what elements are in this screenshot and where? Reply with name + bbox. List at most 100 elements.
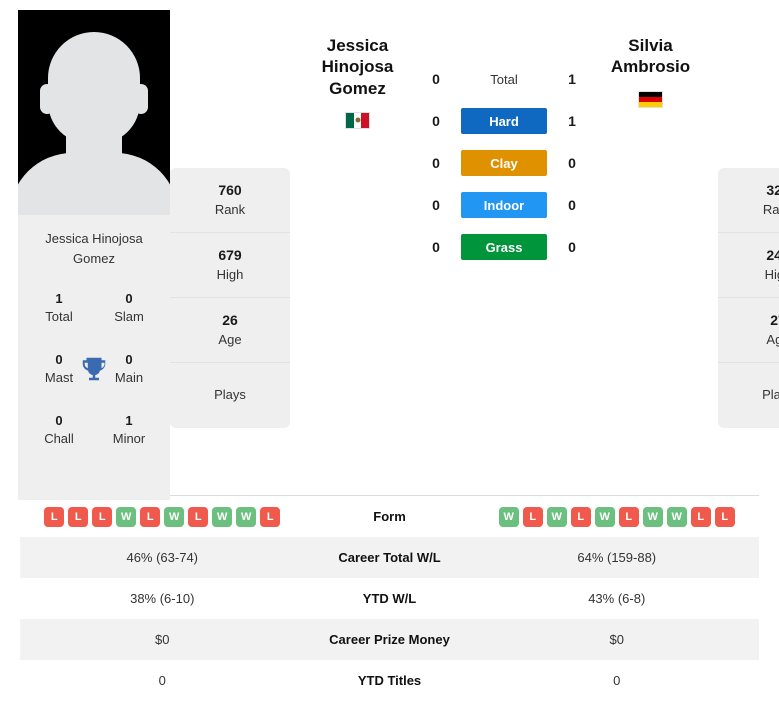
rank-cell-label: High: [216, 266, 244, 282]
form-badge: L: [570, 506, 591, 527]
table-row-label: Career Prize Money: [329, 632, 450, 647]
surface-label-total: Total: [490, 71, 518, 87]
surface-row-clay: 0 Clay 0: [425, 150, 583, 176]
surface-row-hard: 0 Hard 1: [425, 108, 583, 134]
surface-row-grass: 0 Grass 0: [425, 234, 583, 260]
right-ytd-wl-value: 43% (6-8): [588, 591, 646, 606]
left-player-column: Jessica Hinojosa Gomez 1 Total 0 Slam 0 …: [18, 10, 170, 500]
form-badge: W: [498, 506, 519, 527]
form-badge: W: [236, 506, 257, 527]
left-player-photo: [18, 10, 170, 215]
left-form-badges: L L L W L W L W W L: [20, 506, 305, 527]
right-career-wl-value: 64% (159-88): [577, 550, 657, 565]
rank-cell-label: Age: [218, 331, 242, 347]
table-row-label: Career Total W/L: [338, 550, 441, 565]
rank-cell-value: 242: [766, 247, 779, 264]
surface-breakdown: 0 Total 1 0 Hard 1 0 Clay 0 0 Indoor 0 0…: [425, 10, 583, 260]
surface-left-score: 0: [432, 155, 440, 171]
left-ytd-wl-value: 38% (6-10): [130, 591, 195, 606]
titles-stat-label: Total: [45, 308, 73, 324]
rank-cell-value: 679: [218, 247, 242, 264]
rank-cell: 327 Rank: [718, 168, 779, 233]
left-player-name-header: Jessica Hinojosa Gomez: [290, 10, 425, 129]
germany-flag-icon: [638, 90, 663, 108]
left-ytd-titles-value: 0: [158, 673, 166, 688]
avatar-ear-left-shape: [40, 84, 54, 114]
form-badge: W: [164, 506, 185, 527]
titles-stat: 0 Chall: [24, 412, 94, 447]
left-career-wl-value: 46% (63-74): [126, 550, 199, 565]
form-badge: L: [68, 506, 89, 527]
surface-left-score: 0: [432, 239, 440, 255]
comparison-stats-table: L L L W L W L W W L Form W L W L W L W W…: [20, 495, 759, 701]
rank-cell: 679 High: [170, 233, 290, 298]
rank-cell: Plays: [718, 363, 779, 428]
form-badge: L: [690, 506, 711, 527]
table-row-form: L L L W L W L W W L Form W L W L W L W W…: [20, 496, 759, 537]
rank-cell: 760 Rank: [170, 168, 290, 233]
left-player-titles-grid: 1 Total 0 Slam 0 Mast 0 Main 0 Chall 1 M…: [24, 290, 164, 447]
mexico-flag-icon: [345, 111, 370, 129]
table-row-label: Form: [373, 509, 406, 524]
table-row-career-prize: $0 Career Prize Money $0: [20, 619, 759, 660]
titles-stat: 1 Total: [24, 290, 94, 325]
table-row-ytd-wl: 38% (6-10) YTD W/L 43% (6-8): [20, 578, 759, 619]
right-player-rank-card: 327 Rank 242 High 27 Age Plays: [718, 168, 779, 428]
form-badge: L: [260, 506, 281, 527]
player-comparison-header: Jessica Hinojosa Gomez 1 Total 0 Slam 0 …: [0, 0, 779, 500]
right-ytd-titles-value: 0: [613, 673, 621, 688]
rank-cell-value: 26: [222, 312, 238, 329]
form-badge: W: [642, 506, 663, 527]
rank-cell-value: 760: [218, 182, 242, 199]
titles-stat-label: Chall: [44, 430, 74, 446]
rank-cell-label: Plays: [762, 387, 779, 403]
surface-left-score: 0: [432, 71, 440, 87]
right-player-name-header: Silvia Ambrosio: [583, 10, 718, 108]
surface-left-score: 0: [432, 197, 440, 213]
table-row-career-wl: 46% (63-74) Career Total W/L 64% (159-88…: [20, 537, 759, 578]
titles-stat-value: 1: [55, 291, 63, 306]
rank-cell-label: Rank: [214, 201, 246, 217]
table-row-label: YTD Titles: [357, 673, 422, 688]
rank-cell: Plays: [170, 363, 290, 428]
rank-cell-value: 327: [766, 182, 779, 199]
left-player-titles-panel: Jessica Hinojosa Gomez 1 Total 0 Slam 0 …: [18, 215, 170, 500]
table-row-ytd-titles: 0 YTD Titles 0: [20, 660, 759, 701]
rank-cell: 26 Age: [170, 298, 290, 363]
rank-cell-label: High: [764, 266, 779, 282]
form-badge: L: [188, 506, 209, 527]
rank-cell-value: 27: [770, 312, 779, 329]
right-form-badges: W L W L W L W W L L: [475, 506, 760, 527]
titles-stat: 1 Minor: [94, 412, 164, 447]
left-career-prize-value: $0: [155, 632, 170, 647]
rank-cell-label: Rank: [762, 201, 779, 217]
surface-label-clay: Clay: [461, 150, 547, 176]
form-badge: L: [522, 506, 543, 527]
form-badge: L: [140, 506, 161, 527]
rank-cell-label: Plays: [214, 387, 246, 403]
rank-cell: 242 High: [718, 233, 779, 298]
rank-cell: 27 Age: [718, 298, 779, 363]
form-badge: L: [44, 506, 65, 527]
left-player-panel-name: Jessica Hinojosa Gomez: [45, 231, 143, 266]
left-player-name-line2: Gomez: [329, 78, 386, 98]
titles-stat-value: 1: [125, 413, 133, 429]
form-badge: L: [92, 506, 113, 527]
avatar-head-shape: [48, 32, 140, 144]
surface-right-score: 0: [568, 155, 576, 171]
form-badge: L: [714, 506, 735, 527]
titles-stat-value: 0: [55, 413, 63, 429]
titles-stat-label: Slam: [114, 308, 144, 324]
table-row-label: YTD W/L: [362, 591, 417, 606]
form-badge: W: [594, 506, 615, 527]
titles-stat: 0 Slam: [94, 290, 164, 325]
left-player-name-line1: Jessica Hinojosa: [321, 36, 394, 77]
form-badge: W: [666, 506, 687, 527]
surface-right-score: 1: [568, 113, 576, 129]
form-badge: W: [116, 506, 137, 527]
right-player-name-line2: Ambrosio: [610, 57, 691, 77]
left-player-rank-card: 760 Rank 679 High 26 Age Plays: [170, 168, 290, 428]
surface-right-score: 0: [568, 197, 576, 213]
surface-right-score: 1: [568, 71, 576, 87]
avatar-body-shape: [18, 153, 170, 215]
